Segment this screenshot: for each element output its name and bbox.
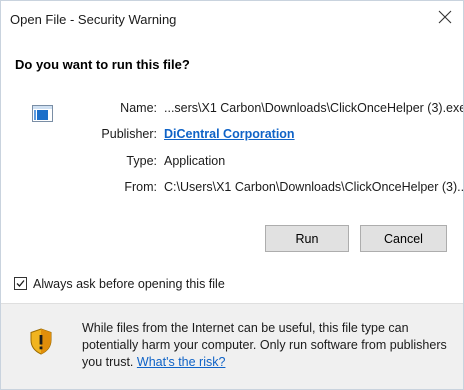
security-shield-icon <box>30 328 52 355</box>
checkmark-icon <box>16 280 25 287</box>
dialog-question-heading: Do you want to run this file? <box>15 57 190 72</box>
run-button[interactable]: Run <box>265 225 349 252</box>
type-value: Application <box>164 154 226 168</box>
title-bar[interactable]: Open File - Security Warning <box>1 1 463 35</box>
close-button[interactable] <box>429 1 463 35</box>
from-value: C:\Users\X1 Carbon\Downloads\ClickOnceHe… <box>164 180 464 194</box>
name-value: ...sers\X1 Carbon\Downloads\ClickOnceHel… <box>164 101 464 115</box>
from-label: From: <box>124 180 157 194</box>
close-icon <box>438 10 452 24</box>
always-ask-label[interactable]: Always ask before opening this file <box>33 277 225 291</box>
window-title: Open File - Security Warning <box>10 12 177 27</box>
publisher-label: Publisher: <box>101 127 157 141</box>
always-ask-checkbox[interactable] <box>14 277 27 290</box>
warning-message: While files from the Internet can be use… <box>82 320 452 371</box>
type-label: Type: <box>126 154 157 168</box>
warning-footer: While files from the Internet can be use… <box>1 303 463 389</box>
whats-the-risk-link[interactable]: What's the risk? <box>137 355 226 369</box>
name-label: Name: <box>120 101 157 115</box>
publisher-link[interactable]: DiCentral Corporation <box>164 127 295 141</box>
cancel-button[interactable]: Cancel <box>360 225 447 252</box>
security-warning-dialog: Open File - Security Warning Do you want… <box>0 0 464 390</box>
